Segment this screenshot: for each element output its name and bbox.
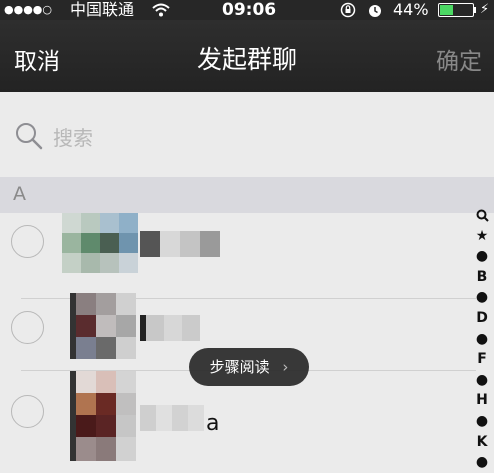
signal-strength: ●●●●○ — [4, 3, 52, 16]
index-dot[interactable]: ● — [470, 246, 494, 267]
page-title: 发起群聊 — [196, 45, 297, 74]
charging-icon: ⚡ — [480, 2, 490, 17]
carrier-name: 中国联通 — [70, 0, 135, 19]
index-dot[interactable]: ● — [470, 370, 494, 391]
chevron-right-icon: › — [282, 358, 289, 376]
index-dot[interactable]: ● — [470, 287, 494, 308]
battery-cap — [474, 7, 476, 13]
section-letter: A — [13, 183, 26, 205]
index-star[interactable]: ★ — [470, 226, 494, 247]
step-reading-button[interactable]: 步骤阅读 › — [189, 348, 309, 386]
alphabet-index-bar[interactable]: ★ ● B ● D ● F ● H ● K ● — [470, 205, 494, 473]
index-dot[interactable]: ● — [470, 329, 494, 350]
search-bar[interactable]: 搜索 — [0, 92, 494, 177]
battery-percent: 44% — [393, 0, 429, 19]
contact-name-blurred — [140, 231, 220, 257]
select-checkbox[interactable] — [11, 311, 44, 344]
select-checkbox[interactable] — [11, 225, 44, 258]
search-input[interactable]: 搜索 — [53, 122, 93, 151]
section-header: A — [0, 177, 494, 213]
battery-level-fill — [440, 5, 453, 15]
index-letter[interactable]: K — [470, 432, 494, 453]
search-icon — [16, 123, 43, 150]
step-reading-label: 步骤阅读 — [209, 358, 270, 376]
index-dot[interactable]: ● — [470, 411, 494, 432]
index-search-icon[interactable] — [470, 205, 494, 226]
nav-bar: 取消 发起群聊 确定 — [0, 20, 494, 92]
index-letter[interactable]: B — [470, 267, 494, 288]
index-letter[interactable]: F — [470, 349, 494, 370]
avatar — [62, 213, 138, 273]
index-dot[interactable]: ● — [470, 452, 494, 473]
clock: 09:06 — [222, 0, 277, 20]
status-bar: ●●●●○ 中国联通 09:06 44% ⚡ — [0, 0, 494, 20]
contact-name-blurred — [140, 315, 200, 341]
index-letter[interactable]: D — [470, 308, 494, 329]
index-letter[interactable]: H — [470, 390, 494, 411]
battery-icon — [438, 3, 474, 17]
select-checkbox[interactable] — [11, 395, 44, 428]
contact-name-visible: a — [206, 411, 220, 436]
avatar — [62, 371, 138, 461]
contact-name-blurred — [140, 405, 204, 431]
confirm-button[interactable]: 确定 — [436, 42, 482, 76]
avatar — [62, 293, 138, 359]
contact-list: a — [0, 213, 494, 473]
